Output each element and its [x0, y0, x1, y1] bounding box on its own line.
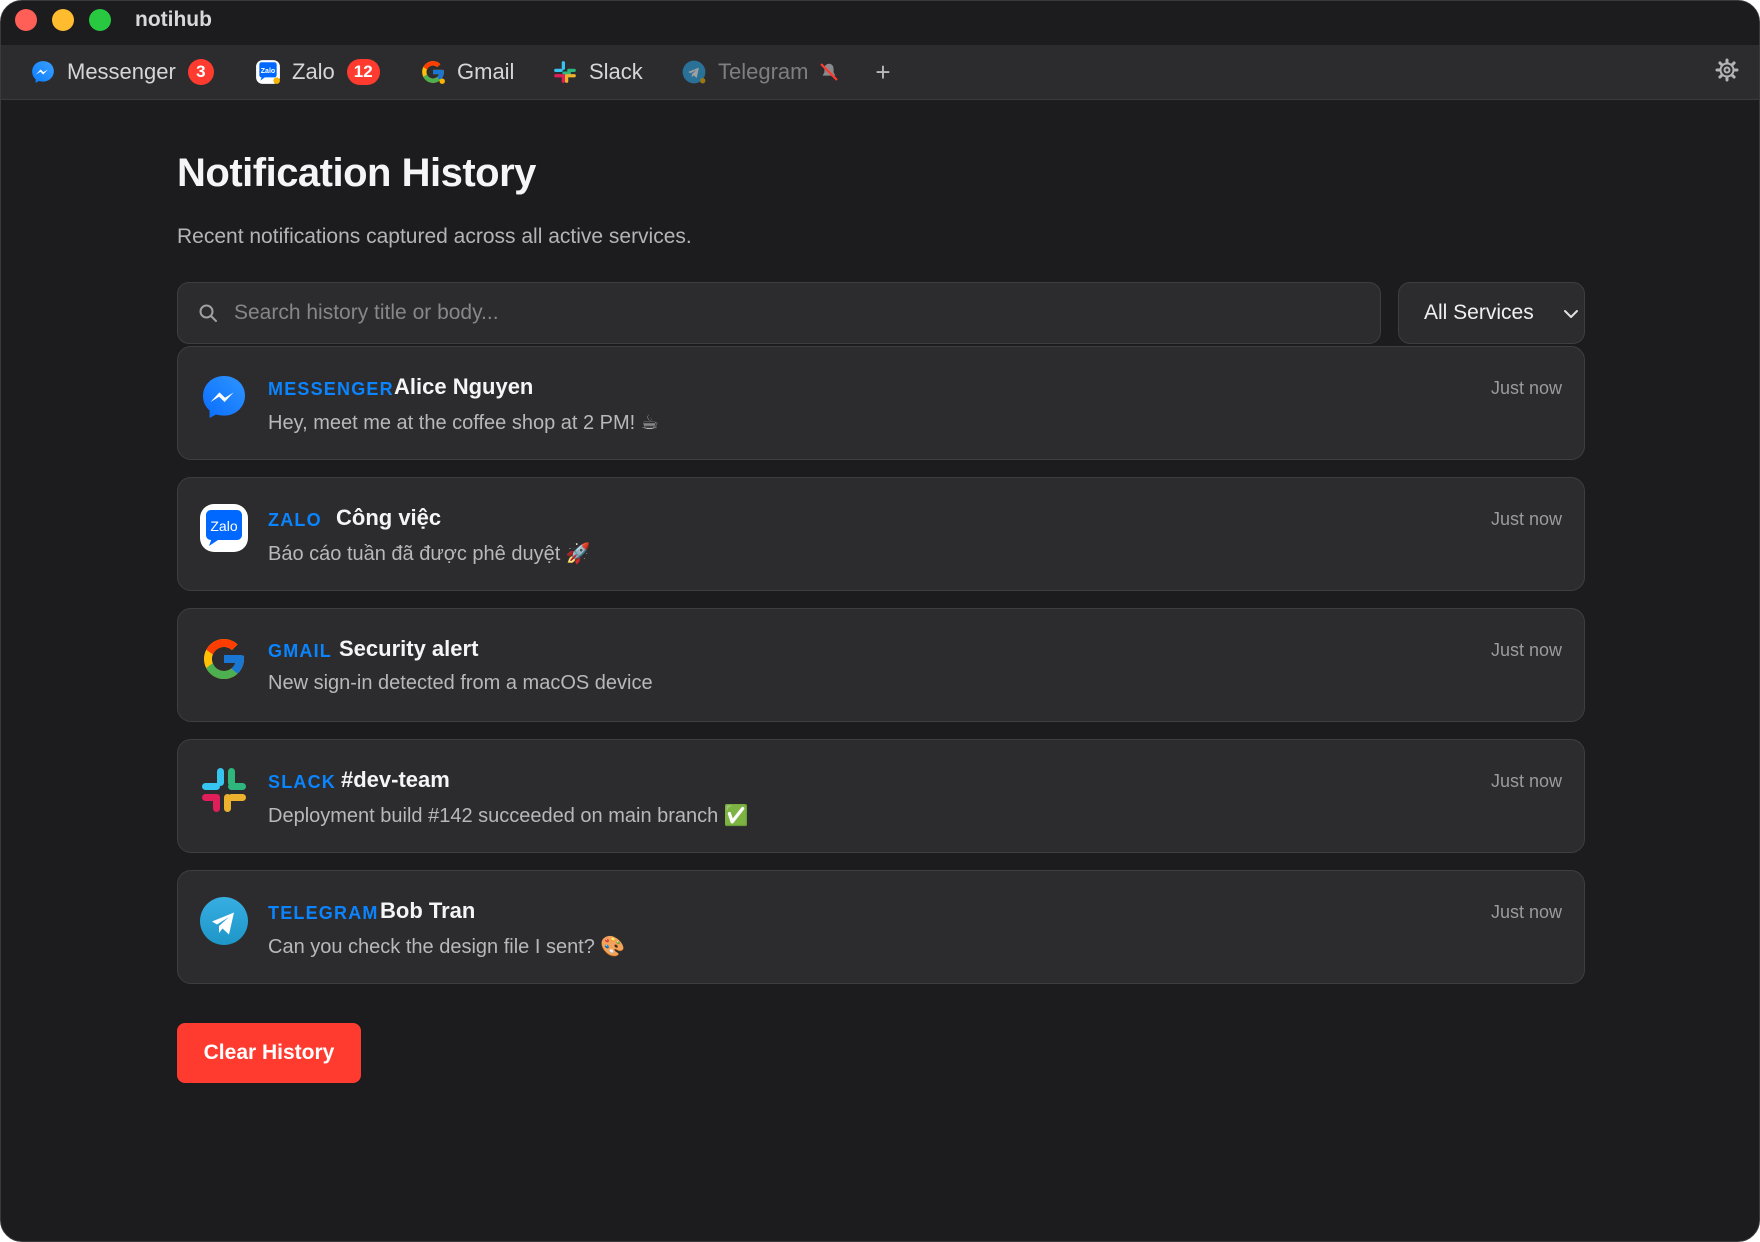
notification-list: MESSENGER Alice Nguyen Hey, meet me at t…: [177, 346, 1585, 984]
zalo-icon: Zalo: [254, 58, 282, 86]
search-icon: [198, 302, 220, 324]
messenger-icon: [200, 373, 248, 421]
app-window: notihub Messenger 3 Zalo Zalo 12 Gmail S…: [0, 0, 1760, 1242]
tab-messenger[interactable]: Messenger 3: [29, 45, 214, 99]
notification-body: New sign-in detected from a macOS device: [268, 672, 653, 694]
notification-body: Báo cáo tuần đã được phê duyệt 🚀: [268, 543, 591, 565]
clear-history-button[interactable]: Clear History: [177, 1023, 361, 1083]
tab-gmail[interactable]: Gmail: [419, 45, 514, 99]
unread-badge: 12: [346, 59, 380, 85]
notification-title: Công việc: [336, 505, 442, 530]
notification-service: TELEGRAM: [268, 903, 379, 923]
notification-item[interactable]: MESSENGER Alice Nguyen Hey, meet me at t…: [177, 346, 1585, 460]
tab-label: Gmail: [457, 59, 515, 84]
notification-item[interactable]: SLACK #dev-team Deployment build #142 su…: [177, 739, 1585, 853]
zalo-icon: Zalo: [200, 504, 248, 552]
service-tab-bar: Messenger 3 Zalo Zalo 12 Gmail Slack Tel…: [1, 45, 1759, 100]
settings-button[interactable]: [1713, 58, 1741, 86]
svg-text:Zalo: Zalo: [261, 68, 276, 75]
notification-service: SLACK: [268, 772, 336, 792]
service-filter-select[interactable]: All Services: [1398, 282, 1585, 344]
notification-title: Alice Nguyen: [394, 374, 534, 399]
notification-item[interactable]: GMAIL Security alert New sign-in detecte…: [177, 608, 1585, 722]
notification-item[interactable]: Zalo ZALO Công việc Báo cáo tuần đã được…: [177, 477, 1585, 591]
messenger-icon: [29, 58, 57, 86]
title-bar: notihub: [1, 1, 1759, 45]
chevron-down-icon: [1562, 305, 1580, 323]
notification-service: ZALO: [268, 510, 322, 530]
tab-slack[interactable]: Slack: [551, 45, 643, 99]
tab-label: Slack: [589, 59, 643, 84]
notification-body: Can you check the design file I sent? 🎨: [268, 936, 626, 958]
notification-time: Just now: [1490, 509, 1562, 529]
tab-zalo[interactable]: Zalo Zalo 12: [254, 45, 380, 99]
close-window-button[interactable]: [15, 9, 37, 31]
notification-title: Security alert: [339, 636, 479, 661]
telegram-icon: [200, 897, 248, 945]
tab-label: Messenger: [67, 59, 176, 84]
telegram-icon: [680, 58, 708, 86]
zoom-window-button[interactable]: [89, 9, 111, 31]
notification-item[interactable]: TELEGRAM Bob Tran Can you check the desi…: [177, 870, 1585, 984]
muted-bell-icon: [818, 61, 840, 83]
search-input[interactable]: [232, 300, 1380, 326]
page-subtitle: Recent notifications captured across all…: [177, 225, 692, 248]
tab-label: Zalo: [292, 59, 335, 84]
svg-text:Zalo: Zalo: [210, 518, 237, 534]
unread-badge: 3: [187, 59, 214, 85]
slack-icon: [200, 766, 248, 814]
page-title: Notification History: [177, 151, 536, 195]
gear-icon: [1715, 58, 1739, 87]
notification-title: Bob Tran: [380, 898, 476, 923]
notification-time: Just now: [1490, 902, 1562, 922]
tab-telegram[interactable]: Telegram: [680, 45, 840, 99]
notification-body: Deployment build #142 succeeded on main …: [268, 805, 749, 827]
notification-time: Just now: [1490, 378, 1562, 398]
slack-icon: [551, 58, 579, 86]
notification-service: MESSENGER: [268, 379, 394, 399]
gmail-icon: [419, 58, 447, 86]
notification-title: #dev-team: [341, 767, 450, 792]
add-service-button[interactable]: +: [869, 45, 897, 99]
search-box: [177, 282, 1381, 344]
minimize-window-button[interactable]: [52, 9, 74, 31]
service-filter-value: All Services: [1424, 301, 1534, 324]
tab-label: Telegram: [718, 59, 809, 84]
notification-time: Just now: [1490, 771, 1562, 791]
main-content: Notification History Recent notification…: [177, 99, 1585, 1083]
notification-body: Hey, meet me at the coffee shop at 2 PM!…: [268, 412, 659, 434]
window-title: notihub: [135, 8, 212, 31]
notification-time: Just now: [1490, 640, 1562, 660]
notification-service: GMAIL: [268, 641, 332, 661]
filter-row: All Services: [177, 282, 1585, 344]
google-icon: [200, 635, 248, 683]
